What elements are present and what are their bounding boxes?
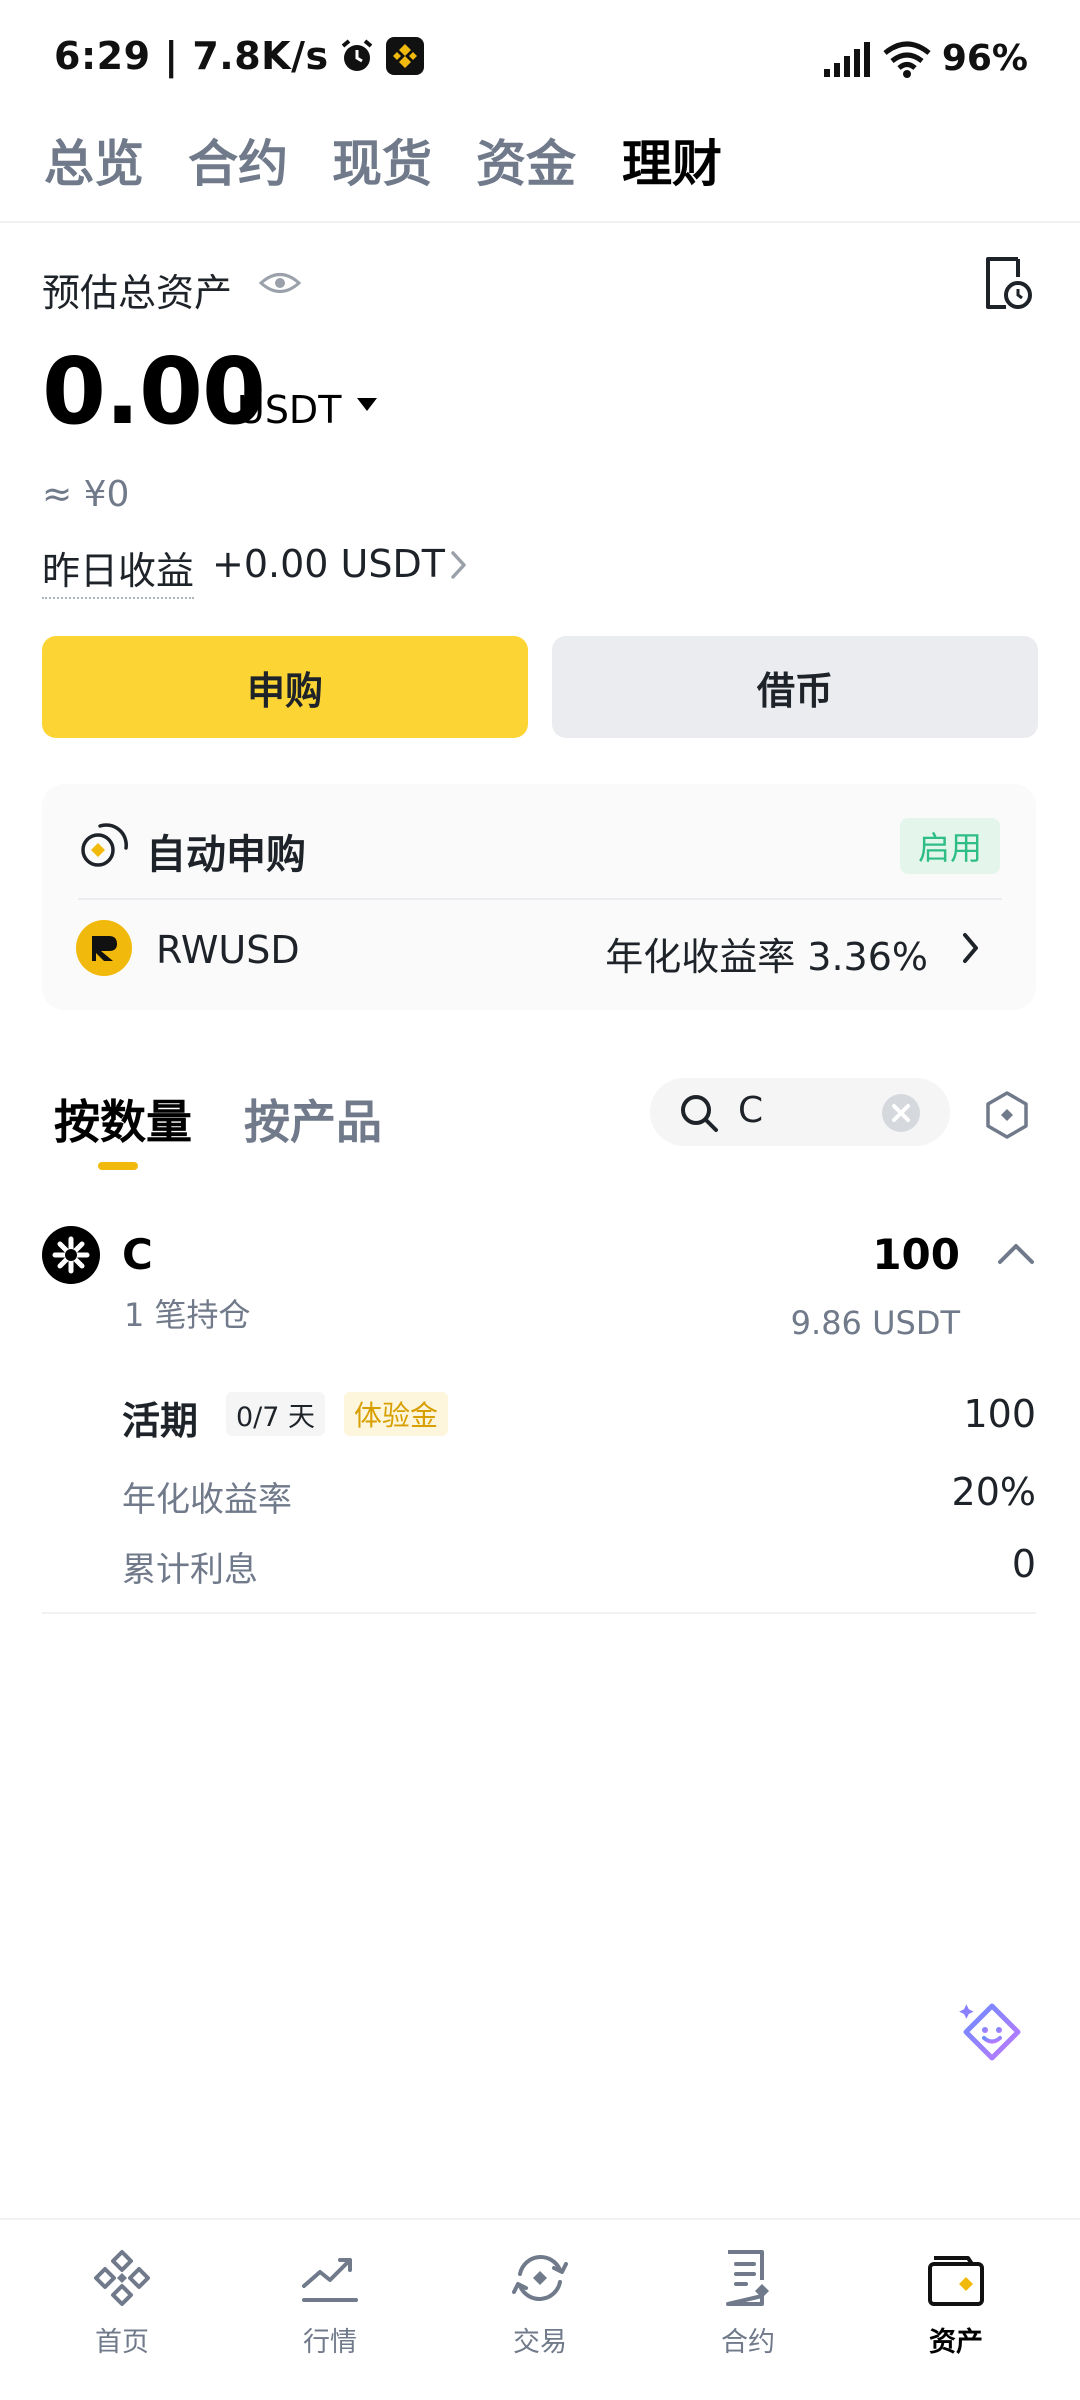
battery-level: 96% [941, 38, 1028, 79]
caret-down-icon[interactable] [357, 398, 377, 411]
binance-logo-icon [94, 2250, 150, 2306]
apy-label: 年化收益率 [122, 1480, 292, 1520]
clear-icon[interactable] [880, 1092, 922, 1134]
nav-markets-label: 行情 [303, 2327, 357, 2358]
trial-fund-badge: 体验金 [344, 1392, 449, 1436]
total-asset-amount: 0.00 [42, 338, 266, 445]
rwusd-apy[interactable]: 年化收益率 3.36% [605, 926, 928, 981]
subscribe-button[interactable]: 申购 [42, 636, 528, 738]
rwusd-logo-icon [76, 920, 132, 976]
tab-overview[interactable]: 总览 [44, 124, 144, 196]
rwusd-name[interactable]: RWUSD [156, 928, 300, 972]
tab-by-amount[interactable]: 按数量 [54, 1086, 192, 1152]
signal-icon [823, 41, 870, 77]
coin-quantity: 100 [872, 1230, 960, 1279]
days-badge: 0/7 天 [226, 1392, 326, 1436]
tab-spot[interactable]: 现货 [332, 124, 432, 196]
card-divider [78, 898, 1002, 900]
tab-earn[interactable]: 理财 [622, 124, 722, 196]
active-tab-indicator [98, 1162, 138, 1170]
nav-trade-label: 交易 [513, 2327, 567, 2358]
nav-trade[interactable]: 交易 [460, 2246, 620, 2359]
borrow-button[interactable]: 借币 [552, 636, 1038, 738]
auto-subscribe-title: 自动申购 [146, 832, 306, 878]
wifi-icon [883, 41, 931, 78]
holding-divider [42, 1612, 1036, 1614]
yesterday-earnings-value[interactable]: +0.00 USDT [212, 542, 445, 586]
chevron-right-icon[interactable] [960, 930, 982, 966]
flexible-value: 100 [963, 1392, 1036, 1436]
nav-home-label: 首页 [95, 2327, 149, 2358]
status-bar-left: 6:29 | 7.8K/s [54, 34, 425, 78]
coin-usdt-value: 9.86 USDT [790, 1304, 960, 1342]
eye-icon[interactable] [258, 268, 302, 298]
chevron-right-icon[interactable] [448, 548, 470, 582]
contract-icon [726, 2250, 769, 2306]
search-icon [681, 1095, 718, 1132]
nav-assets[interactable]: 资产 [876, 2246, 1036, 2359]
nav-assets-label: 资产 [929, 2327, 983, 2358]
flexible-label: 活期 [122, 1399, 199, 1443]
chevron-up-icon[interactable] [996, 1240, 1036, 1266]
status-bar-right: 96% [822, 38, 1028, 79]
tab-by-product[interactable]: 按产品 [244, 1086, 382, 1152]
asset-unit-selector[interactable]: USDT [237, 388, 341, 432]
search-value[interactable]: C [738, 1090, 763, 1131]
nav-home[interactable]: 首页 [42, 2246, 202, 2359]
settings-hexagon-icon[interactable] [984, 1090, 1030, 1140]
tab-funding[interactable]: 资金 [476, 124, 576, 196]
yesterday-earnings-label[interactable]: 昨日收益 [42, 540, 195, 599]
coin-logo-icon [42, 1226, 100, 1284]
position-count: 1 笔持仓 [124, 1296, 251, 1334]
coin-name[interactable]: C [122, 1230, 153, 1279]
wallet-icon [928, 2256, 984, 2306]
nav-markets[interactable]: 行情 [250, 2246, 410, 2359]
ai-assistant-icon[interactable] [956, 1998, 1028, 2070]
status-time: 6:29 | 7.8K/s [54, 34, 329, 78]
estimated-assets-label: 预估总资产 [42, 271, 233, 315]
apy-value: 20% [951, 1470, 1036, 1514]
chart-icon [302, 2258, 358, 2302]
binance-app-icon [385, 37, 424, 75]
top-divider [0, 221, 1080, 223]
cny-equivalent: ≈ ¥0 [42, 474, 130, 515]
enable-badge[interactable]: 启用 [900, 818, 1001, 874]
bottom-nav-divider [0, 2218, 1080, 2220]
nav-futures-label: 合约 [721, 2327, 775, 2358]
nav-futures[interactable]: 合约 [668, 2246, 828, 2359]
cumulative-interest-label: 累计利息 [122, 1550, 258, 1590]
trade-icon [512, 2255, 568, 2301]
history-icon[interactable] [982, 255, 1034, 311]
auto-subscribe-icon [81, 823, 128, 867]
cumulative-interest-value: 0 [1011, 1542, 1036, 1586]
alarm-icon [341, 39, 372, 71]
tab-futures[interactable]: 合约 [188, 124, 288, 196]
